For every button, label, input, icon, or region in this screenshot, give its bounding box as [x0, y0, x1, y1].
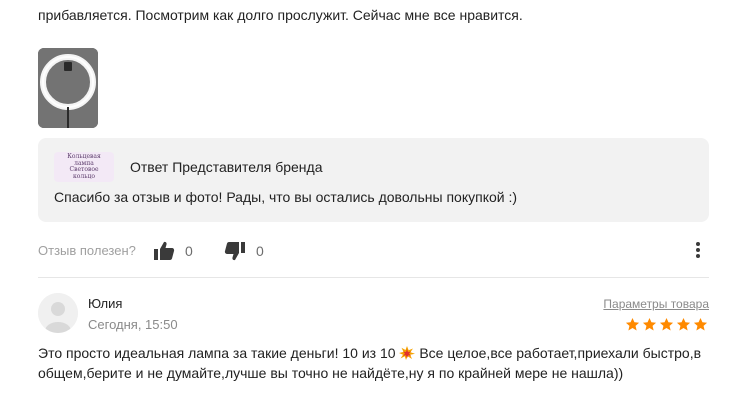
helpful-bar: Отзыв полезен? 0 0 [38, 240, 709, 262]
user-avatar-icon [38, 293, 78, 333]
brand-logo: Кольцевая лампа Световое кольцо [54, 152, 114, 182]
more-options-icon[interactable] [695, 242, 701, 260]
star-icon [676, 317, 691, 331]
review-text: Это просто идеальная лампа за такие день… [38, 343, 718, 383]
thumbs-down-icon [224, 242, 245, 261]
avatar [38, 293, 78, 333]
dislike-count: 0 [256, 243, 264, 259]
sparkle-emoji-icon [399, 346, 416, 360]
previous-review-text: прибавляется. Посмотрим как долго прослу… [38, 4, 718, 26]
helpful-label: Отзыв полезен? [38, 243, 136, 258]
review-date: Сегодня, 15:50 [88, 317, 178, 332]
like-button[interactable]: 0 [153, 240, 193, 262]
star-icon [625, 317, 640, 331]
star-icon [659, 317, 674, 331]
review-divider [38, 277, 709, 278]
previous-review-text-tail: прибавляется. Посмотрим как долго прослу… [38, 7, 523, 23]
thumbs-up-icon [154, 241, 175, 260]
review-text-part1: Это просто идеальная лампа за такие день… [38, 345, 396, 361]
dislike-button[interactable]: 0 [224, 240, 264, 262]
like-count: 0 [185, 243, 193, 259]
rating-stars [625, 317, 708, 332]
review-author: Юлия [88, 296, 123, 311]
product-params-link[interactable]: Параметры товара [603, 297, 709, 311]
brand-reply-title: Ответ Представителя бренда [130, 159, 323, 175]
star-icon [642, 317, 657, 331]
brand-reply-text: Спасибо за отзыв и фото! Рады, что вы ос… [54, 189, 518, 205]
brand-logo-line: кольцо [73, 172, 95, 180]
review-photo[interactable] [38, 48, 98, 128]
ring-lamp-photo-icon [38, 48, 98, 128]
brand-reply: Кольцевая лампа Световое кольцо Ответ Пр… [38, 138, 709, 222]
star-icon [693, 317, 708, 331]
